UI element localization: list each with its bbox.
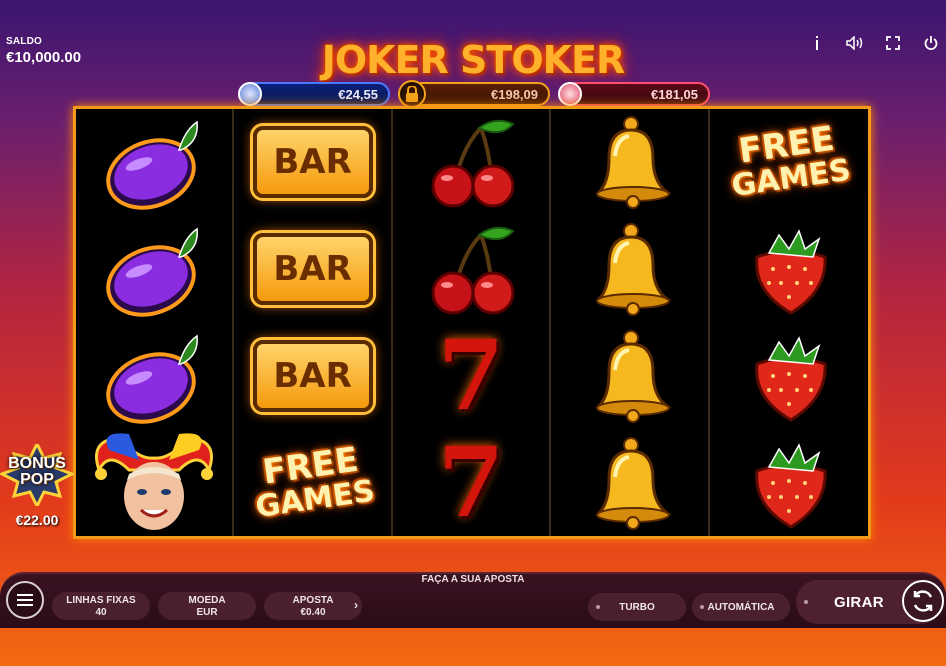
strawberry-icon [754, 229, 827, 315]
jackpot-red: €181,05 [558, 82, 710, 106]
chevron-right-icon[interactable]: › [354, 599, 358, 611]
plum-symbol [76, 216, 232, 323]
jackpot-gold-value: €198,09 [491, 86, 538, 102]
cherry-icon [431, 120, 515, 208]
bell-icon [595, 436, 673, 530]
bell-symbol [551, 429, 707, 536]
balance-value: €10,000.00 [6, 49, 82, 66]
strawberry-icon [754, 336, 827, 422]
top-toolbar [808, 34, 940, 52]
game-logo: JOKER STOKER [321, 38, 626, 82]
plum-symbol [76, 109, 232, 216]
toggle-dot-icon [700, 605, 704, 609]
jackpot-bar: €24,55 €198,09 €181,05 [238, 80, 713, 108]
bet-label: APOSTA [292, 595, 334, 606]
bar-symbol: BAR [234, 323, 390, 430]
bar-symbol: BAR [234, 216, 390, 323]
jackpot-blue: €24,55 [238, 82, 390, 106]
autoplay-toggle[interactable]: AUTOMÁTICA [692, 593, 790, 621]
jackpot-red-value: €181,05 [651, 86, 698, 102]
free-games-icon: FREE GAMES [249, 439, 377, 524]
bet-selector[interactable]: APOSTA €0.40 › [264, 592, 362, 620]
plum-icon [106, 227, 199, 317]
plum-icon [106, 121, 199, 211]
reel-2: BAR BAR BAR FREE GAMES [234, 109, 393, 536]
toggle-dot-icon [804, 600, 808, 604]
bell-icon [595, 223, 673, 317]
spin-label: GIRAR [834, 593, 884, 611]
seven-icon: 7 [437, 318, 505, 432]
coin-label: MOEDA [188, 595, 226, 606]
paylines-value: 40 [95, 607, 107, 618]
seven-icon: 7 [437, 425, 505, 539]
paylines-display: LINHAS FIXAS 40 [52, 592, 150, 620]
turbo-toggle[interactable]: TURBO [588, 593, 686, 621]
bonus-value: €22.00 [15, 512, 59, 528]
paylines-label: LINHAS FIXAS [66, 595, 136, 606]
coin-selector[interactable]: MOEDA EUR [158, 592, 256, 620]
free-games-symbol: FREE GAMES [234, 429, 390, 536]
blue-gem-icon [238, 82, 262, 106]
coin-value: EUR [196, 607, 218, 618]
joker-symbol [76, 429, 232, 536]
sound-icon[interactable] [846, 34, 864, 52]
spin-icon-button[interactable] [902, 580, 944, 622]
bonus-pop-badge: BONUS POP €22.00 [0, 440, 76, 530]
joker-icon [95, 432, 214, 530]
bell-icon [595, 329, 673, 423]
cherry-icon [431, 226, 515, 315]
seven-symbol: 7 [393, 429, 549, 536]
menu-button[interactable] [6, 581, 44, 619]
bonus-title-line2: POP [20, 471, 54, 488]
reel-grid: BAR BAR BAR FREE GAMES 7 7 FREE GAMES [73, 106, 871, 539]
turbo-label: TURBO [619, 601, 655, 613]
fullscreen-icon[interactable] [884, 34, 902, 52]
seven-symbol: 7 [393, 323, 549, 430]
bell-icon [595, 116, 673, 210]
strawberry-symbol [710, 429, 868, 536]
bar-icon: BAR [252, 339, 373, 412]
balance-label: SALDO [6, 36, 42, 47]
bet-value: €0.40 [300, 607, 326, 618]
strawberry-icon [754, 442, 827, 529]
autoplay-label: AUTOMÁTICA [707, 601, 775, 613]
bell-symbol [551, 323, 707, 430]
hamburger-icon [17, 594, 33, 606]
bonus-title-line1: BONUS [8, 455, 66, 472]
lock-icon [398, 80, 426, 108]
bar-symbol: BAR [234, 109, 390, 216]
bell-symbol [551, 109, 707, 216]
free-games-icon: FREE GAMES [725, 119, 853, 204]
balance-display: SALDO €10,000.00 [6, 36, 81, 66]
reel-1 [76, 109, 235, 536]
red-gem-icon [558, 82, 582, 106]
cherry-symbol [393, 216, 549, 323]
strawberry-symbol [710, 216, 868, 323]
bar-icon: BAR [252, 126, 373, 199]
strawberry-symbol [710, 323, 868, 430]
reel-3: 7 7 [393, 109, 552, 536]
refresh-icon [913, 590, 933, 612]
info-icon[interactable] [808, 34, 826, 52]
reel-4 [551, 109, 710, 536]
bar-icon: BAR [252, 233, 373, 306]
power-icon[interactable] [922, 34, 940, 52]
jackpot-blue-value: €24,55 [338, 86, 378, 102]
bell-symbol [551, 216, 707, 323]
cherry-symbol [393, 109, 549, 216]
toggle-dot-icon [596, 605, 600, 609]
free-games-symbol: FREE GAMES [710, 109, 868, 216]
reel-5: FREE GAMES [710, 109, 868, 536]
plum-icon [106, 334, 199, 424]
plum-symbol [76, 323, 232, 430]
